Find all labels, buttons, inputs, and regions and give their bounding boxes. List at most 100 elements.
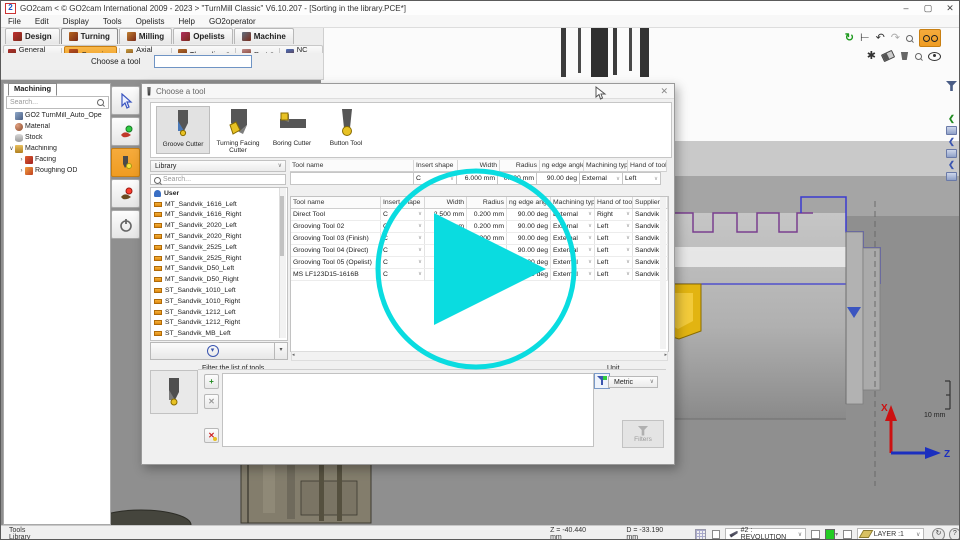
tab-opelists[interactable]: Opelists	[173, 28, 233, 44]
view-preset3-icon[interactable]	[946, 172, 957, 181]
table-row-grooving-tool-02[interactable]: Grooving Tool 02C∨2.500 mm0.200 mm90.00 …	[291, 221, 668, 233]
library-item-mt-sandvik-2020-left[interactable]: MT_Sandvik_2020_Left	[151, 220, 287, 231]
tree-item-material[interactable]: Material	[4, 121, 108, 132]
menu-go2operator[interactable]: GO2operator	[202, 17, 263, 26]
library-item-mt-sandvik-d50-right[interactable]: MT_Sandvik_D50_Right	[151, 274, 287, 285]
column-header-radius[interactable]: Radius	[500, 160, 540, 172]
column-header-hand-of-tool[interactable]: Hand of tool	[628, 160, 667, 172]
close-button[interactable]: ✕	[939, 2, 960, 15]
swatch-dropdown-icon[interactable]: ▾	[835, 531, 838, 538]
tab-milling[interactable]: Milling	[119, 28, 172, 44]
column-header-insert-shape[interactable]: Insert shape	[414, 160, 458, 172]
undo-icon[interactable]: ↶	[876, 31, 885, 45]
zoom-window-icon[interactable]	[915, 53, 922, 60]
menu-tools[interactable]: Tools	[96, 17, 129, 26]
filter-tool-name-input[interactable]	[290, 172, 414, 185]
refresh-icon[interactable]: ↻	[845, 31, 854, 45]
tree-item-stock[interactable]: Stock	[4, 132, 108, 143]
library-item-st-sandvik-1212-right[interactable]: ST_Sandvik_1212_Right	[151, 318, 287, 329]
library-import-options-button[interactable]: ▾	[274, 342, 288, 360]
tree-item-go2-turnmill-auto-ope[interactable]: GO2 TurnMill_Auto_Ope	[4, 110, 108, 121]
table-row-direct-tool[interactable]: Direct ToolC∨2.500 mm0.200 mm90.00 degEx…	[291, 209, 668, 221]
layer-checkbox[interactable]	[843, 530, 852, 539]
filter-funnel-icon[interactable]	[946, 81, 957, 91]
dialog-close-icon[interactable]: ✕	[660, 86, 668, 97]
library-item-st-sandvik-1010-right[interactable]: ST_Sandvik_1010_Right	[151, 296, 287, 307]
collapse-left-icon[interactable]: ❮	[948, 115, 955, 123]
table-row-grooving-tool-05-opelist[interactable]: Grooving Tool 05 (Opelist)C∨2.500 mm0.40…	[291, 257, 668, 269]
menu-file[interactable]: File	[1, 17, 28, 26]
expander-icon[interactable]: ›	[18, 168, 25, 174]
dialog-title-bar[interactable]: Choose a tool ✕	[142, 84, 674, 99]
filter-hand-select[interactable]: Left∨	[622, 172, 661, 185]
menu-opelists[interactable]: Opelists	[129, 17, 172, 26]
tool-type-turning-facing-cutter[interactable]: Turning Facing Cutter	[212, 106, 264, 154]
library-item-mt-sandvik-2020-right[interactable]: MT_Sandvik_2020_Right	[151, 231, 287, 242]
view-select[interactable]: #2 : REVOLUTION∨	[725, 528, 806, 540]
filter-width-input[interactable]: 6.000 mm	[456, 172, 498, 185]
expander-icon[interactable]: ›	[18, 157, 25, 163]
table-row-ms-lf123d15-1616b[interactable]: MS LF123D15-1616BC∨2.500 mm0.200 mm90.00…	[291, 269, 668, 281]
tree-item-machining[interactable]: ∨Machining	[4, 143, 108, 154]
maximize-button[interactable]: ▢	[917, 2, 939, 15]
tree-item-facing[interactable]: ›Facing	[4, 154, 108, 165]
library-item-mt-sandvik-1616-left[interactable]: MT_Sandvik_1616_Left	[151, 199, 287, 210]
library-dropdown[interactable]: Library∨	[150, 160, 286, 172]
filter-machining-select[interactable]: External∨	[579, 172, 623, 185]
menu-display[interactable]: Display	[56, 17, 96, 26]
library-item-mt-sandvik-1616-right[interactable]: MT_Sandvik_1616_Right	[151, 210, 287, 221]
table-row-grooving-tool-04-direct[interactable]: Grooving Tool 04 (Direct)C∨2.500 mm0.200…	[291, 245, 668, 257]
add-filter-button[interactable]: +	[204, 374, 219, 389]
tool-mode-button[interactable]	[111, 148, 140, 177]
column-header-width[interactable]: Width	[458, 160, 500, 172]
color-swatch[interactable]	[825, 529, 835, 540]
filter-insert-shape-select[interactable]: C∨	[413, 172, 457, 185]
filters-button[interactable]: Filters	[622, 420, 664, 448]
library-item-st-sandvik-mb-right[interactable]: ST_Sandvik_MB_Right	[151, 339, 287, 341]
help-button[interactable]: ?	[949, 528, 960, 540]
library-search-input[interactable]: Search...	[150, 174, 286, 185]
rotate-view-button[interactable]: ↻	[932, 528, 944, 540]
filter-angle-input[interactable]: 90.00 deg	[536, 172, 580, 185]
column-header-machining-typ[interactable]: Machining typ	[584, 160, 628, 172]
library-import-button[interactable]: ▾	[150, 342, 275, 360]
tool-type-button-tool[interactable]: Button Tool	[320, 106, 372, 154]
clear-filters-button[interactable]: ✕	[204, 428, 219, 443]
tab-turning[interactable]: Turning	[61, 28, 118, 44]
column-header-ng-edge-angle[interactable]: ng edge angle	[507, 197, 551, 209]
view-preset-icon[interactable]	[946, 126, 957, 135]
library-scrollbar-thumb[interactable]	[280, 196, 284, 256]
library-item-st-sandvik-1010-left[interactable]: ST_Sandvik_1010_Left	[151, 285, 287, 296]
tree-item-roughing-od[interactable]: ›Roughing OD	[4, 165, 108, 176]
column-header-insert-shape[interactable]: Insert shape	[381, 197, 425, 209]
library-group-user[interactable]: User	[151, 188, 287, 199]
panel-left-icon[interactable]: ❮	[948, 138, 955, 146]
redo-icon[interactable]: ↷	[891, 31, 900, 45]
grid-icon[interactable]	[695, 529, 705, 540]
view-3d-icon[interactable]: ✱	[867, 49, 876, 63]
table-scrollbar-horizontal[interactable]: ◂▸	[291, 351, 668, 361]
panel-search-input[interactable]: Search...	[6, 96, 109, 109]
choose-tool-input[interactable]	[154, 55, 252, 68]
remove-filter-button[interactable]: ✕	[204, 394, 219, 409]
tool-type-boring-cutter[interactable]: Boring Cutter	[266, 106, 318, 154]
library-item-mt-sandvik-2525-left[interactable]: MT_Sandvik_2525_Left	[151, 242, 287, 253]
library-item-st-sandvik-mb-left[interactable]: ST_Sandvik_MB_Left	[151, 328, 287, 339]
grab-alert-button[interactable]	[111, 179, 140, 208]
library-item-mt-sandvik-2525-right[interactable]: MT_Sandvik_2525_Right	[151, 253, 287, 264]
column-header-tool-name[interactable]: Tool name	[291, 197, 381, 209]
grab-ok-button[interactable]	[111, 117, 140, 146]
column-header-tool-name[interactable]: Tool name	[290, 160, 414, 172]
library-item-mt-sandvik-d50-left[interactable]: MT_Sandvik_D50_Left	[151, 264, 287, 275]
panel-left2-icon[interactable]: ❮	[948, 161, 955, 169]
expander-icon[interactable]: ∨	[8, 145, 15, 152]
select-tool-button[interactable]	[111, 86, 140, 115]
power-button[interactable]	[111, 210, 140, 239]
eraser-icon[interactable]	[881, 50, 895, 62]
measure-icon[interactable]: ⊢	[860, 31, 870, 45]
tool-type-groove-cutter[interactable]: Groove Cutter	[156, 106, 210, 154]
table-row-grooving-tool-03-finish[interactable]: Grooving Tool 03 (Finish)C∨2.500 mm0.200…	[291, 233, 668, 245]
visibility-eye-icon[interactable]	[928, 52, 941, 61]
view-preset2-icon[interactable]	[946, 149, 957, 158]
column-header-width[interactable]: Width	[425, 197, 467, 209]
